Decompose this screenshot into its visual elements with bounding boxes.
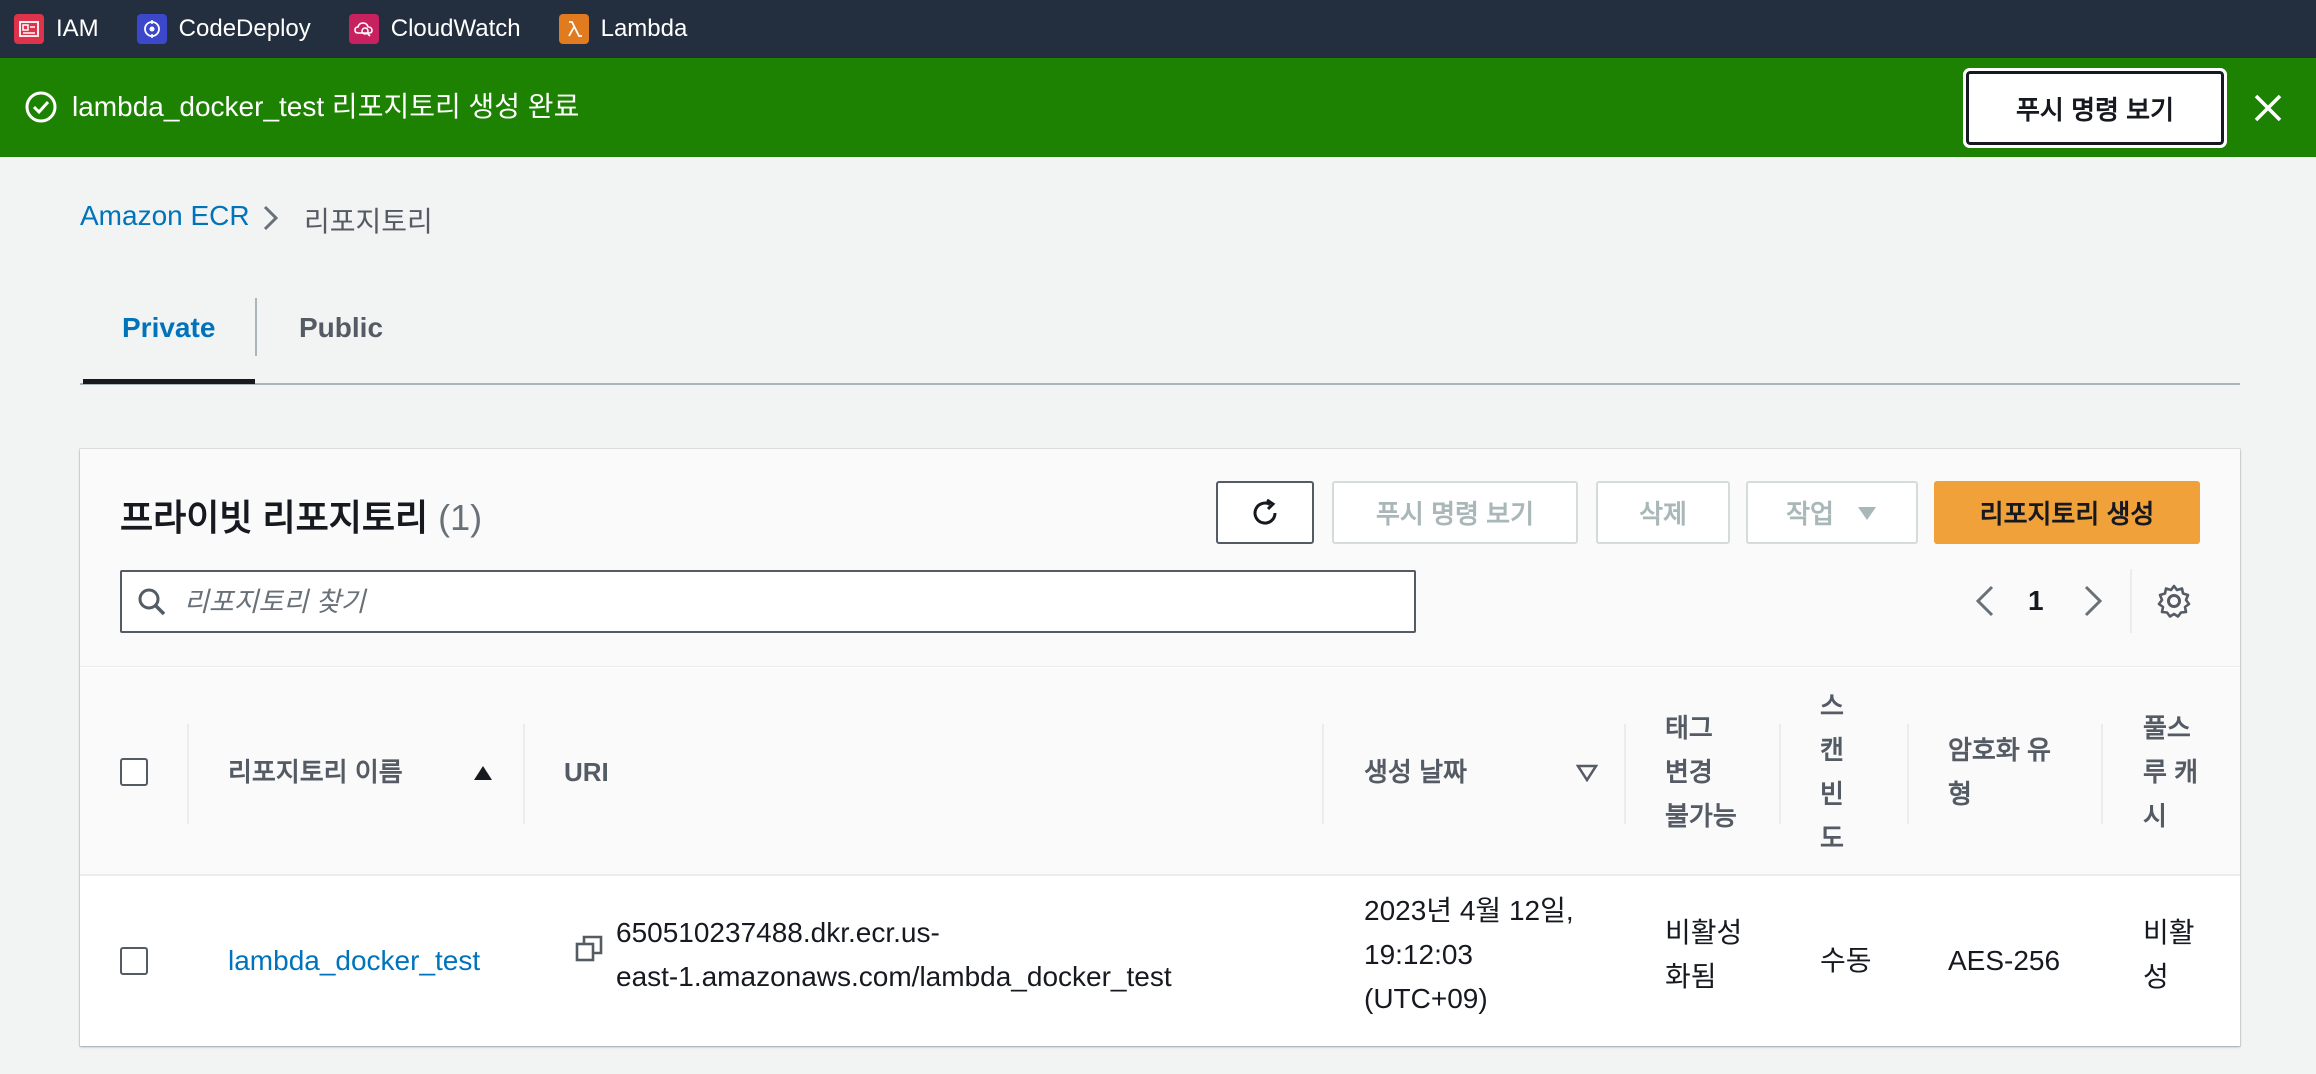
panel-header: 프라이빗 리포지토리 (1) 푸시 명령 보기 삭제 작업 리포지토리 생성 리… <box>80 449 2240 667</box>
caret-down-icon <box>1857 506 1876 520</box>
header-line: 풀스 <box>2143 713 2191 743</box>
success-check-icon <box>25 91 57 123</box>
repository-uri: 650510237488.dkr.ecr.us- east-1.amazonaw… <box>616 911 1172 999</box>
row-checkbox[interactable] <box>120 947 148 975</box>
service-cloudwatch[interactable]: CloudWatch <box>348 14 521 44</box>
breadcrumb-current: 리포지토리 <box>304 206 433 237</box>
lambda-icon <box>558 14 589 44</box>
column-header-encryption-type[interactable]: 암호화 유 형 <box>1948 728 2051 816</box>
column-separator <box>1907 724 1909 824</box>
header-line: 루 캐 <box>2143 757 2199 787</box>
refresh-button[interactable] <box>1216 481 1314 544</box>
column-separator <box>523 724 525 824</box>
chevron-right-icon <box>263 205 279 231</box>
created-line: (UTC+09) <box>1364 983 1488 1014</box>
view-push-commands-button[interactable]: 푸시 명령 보기 <box>1963 68 2227 148</box>
view-push-commands-button-disabled[interactable]: 푸시 명령 보기 <box>1332 481 1578 544</box>
repository-name-link[interactable]: lambda_docker_test <box>228 939 480 983</box>
header-line: 스 <box>1820 691 1844 721</box>
codedeploy-icon <box>136 14 167 44</box>
actions-label: 작업 <box>1786 499 1834 529</box>
breadcrumb-amazon-ecr[interactable]: Amazon ECR <box>80 200 250 232</box>
uri-line: east-1.amazonaws.com/lambda_docker_test <box>616 961 1172 992</box>
create-repository-button[interactable]: 리포지토리 생성 <box>1934 481 2200 544</box>
value-line: 성 <box>2143 961 2169 992</box>
header-line: 도 <box>1820 823 1844 853</box>
column-header-pull-through-cache[interactable]: 풀스 루 캐 시 <box>2143 706 2198 838</box>
service-cloudwatch-label: CloudWatch <box>390 15 521 42</box>
tabs-underline <box>80 383 2240 385</box>
column-header-repository-name-label: 리포지토리 이름 <box>228 757 403 787</box>
header-line: 빈 <box>1820 779 1844 809</box>
repository-count: (1) <box>438 497 483 538</box>
service-lambda-label: Lambda <box>600 15 688 42</box>
service-codedeploy-label: CodeDeploy <box>178 15 311 42</box>
pull-through-cache-value: 비활 성 <box>2143 911 2195 999</box>
iam-icon <box>14 14 44 44</box>
header-line: 캔 <box>1820 735 1844 765</box>
table-header: 리포지토리 이름 URI 생성 날짜 태그 변경 불가능 스 캔 빈 도 암호화… <box>80 668 2240 876</box>
value-line: 화됨 <box>1665 961 1717 992</box>
cloudwatch-icon <box>348 14 379 44</box>
column-header-uri[interactable]: URI <box>564 750 609 794</box>
repositories-panel: 프라이빗 리포지토리 (1) 푸시 명령 보기 삭제 작업 리포지토리 생성 리… <box>80 449 2240 1046</box>
services-bar: IAM CodeDeploy CloudWatch Lambda <box>0 0 2316 58</box>
value-line: 비활 <box>2143 917 2195 948</box>
close-icon[interactable] <box>2252 92 2284 124</box>
column-header-created-at[interactable]: 생성 날짜 <box>1364 750 1467 794</box>
header-line: 태그 <box>1665 713 1713 743</box>
search-icon <box>138 588 166 616</box>
column-separator <box>1322 724 1324 824</box>
created-at: 2023년 4월 12일, 19:12:03 (UTC+09) <box>1364 889 1574 1021</box>
current-page-number[interactable]: 1 <box>2028 585 2044 617</box>
column-separator <box>1779 724 1781 824</box>
column-separator <box>2101 724 2103 824</box>
pager-divider <box>2130 569 2132 633</box>
created-line: 19:12:03 <box>1364 939 1473 970</box>
column-separator <box>1624 724 1626 824</box>
search-field[interactable] <box>120 570 1416 633</box>
refresh-icon <box>1253 498 1277 525</box>
header-line: 형 <box>1948 779 1972 809</box>
header-line: 암호화 유 <box>1948 735 2051 765</box>
actions-dropdown[interactable]: 작업 <box>1746 481 1918 544</box>
service-lambda[interactable]: Lambda <box>558 14 688 44</box>
created-line: 2023년 4월 12일, <box>1364 895 1574 926</box>
panel-title-text: 프라이빗 리포지토리 <box>120 497 429 538</box>
column-header-repository-name[interactable]: 리포지토리 이름 <box>228 750 403 794</box>
column-separator <box>187 724 189 824</box>
value-line: 비활성 <box>1665 917 1743 948</box>
header-line: 변경 <box>1665 757 1713 787</box>
table-row[interactable]: lambda_docker_test 650510237488.dkr.ecr.… <box>80 877 2240 1046</box>
uri-line: 650510237488.dkr.ecr.us- <box>616 917 940 948</box>
select-all-checkbox[interactable] <box>120 758 148 786</box>
panel-title: 프라이빗 리포지토리 (1) <box>120 489 482 541</box>
tab-active-indicator <box>83 379 255 384</box>
chevron-left-icon[interactable] <box>1970 581 2000 621</box>
tab-public[interactable]: Public <box>299 312 383 344</box>
chevron-right-icon[interactable] <box>2078 581 2108 621</box>
sort-ascending-icon[interactable] <box>472 764 494 782</box>
tab-private[interactable]: Private <box>122 312 215 344</box>
sort-descending-icon[interactable] <box>1576 764 1598 782</box>
header-line: 불가능 <box>1665 801 1737 831</box>
service-iam[interactable]: IAM <box>14 14 99 44</box>
tab-divider <box>255 298 257 356</box>
header-line: 시 <box>2143 801 2167 831</box>
flash-message: lambda_docker_test 리포지토리 생성 완료 <box>72 91 580 122</box>
delete-button[interactable]: 삭제 <box>1596 481 1730 544</box>
tag-immutability-value: 비활성 화됨 <box>1665 911 1742 999</box>
search-input[interactable] <box>184 580 1384 624</box>
service-iam-label: IAM <box>56 15 99 42</box>
copy-icon[interactable] <box>574 933 606 965</box>
scan-frequency-value: 수동 <box>1820 945 1872 976</box>
service-codedeploy[interactable]: CodeDeploy <box>136 14 311 44</box>
column-header-scan-frequency[interactable]: 스 캔 빈 도 <box>1820 684 1844 860</box>
gear-icon[interactable] <box>2156 583 2192 619</box>
column-header-tag-immutability[interactable]: 태그 변경 불가능 <box>1665 706 1737 838</box>
encryption-type-value: AES-256 <box>1948 945 2061 976</box>
